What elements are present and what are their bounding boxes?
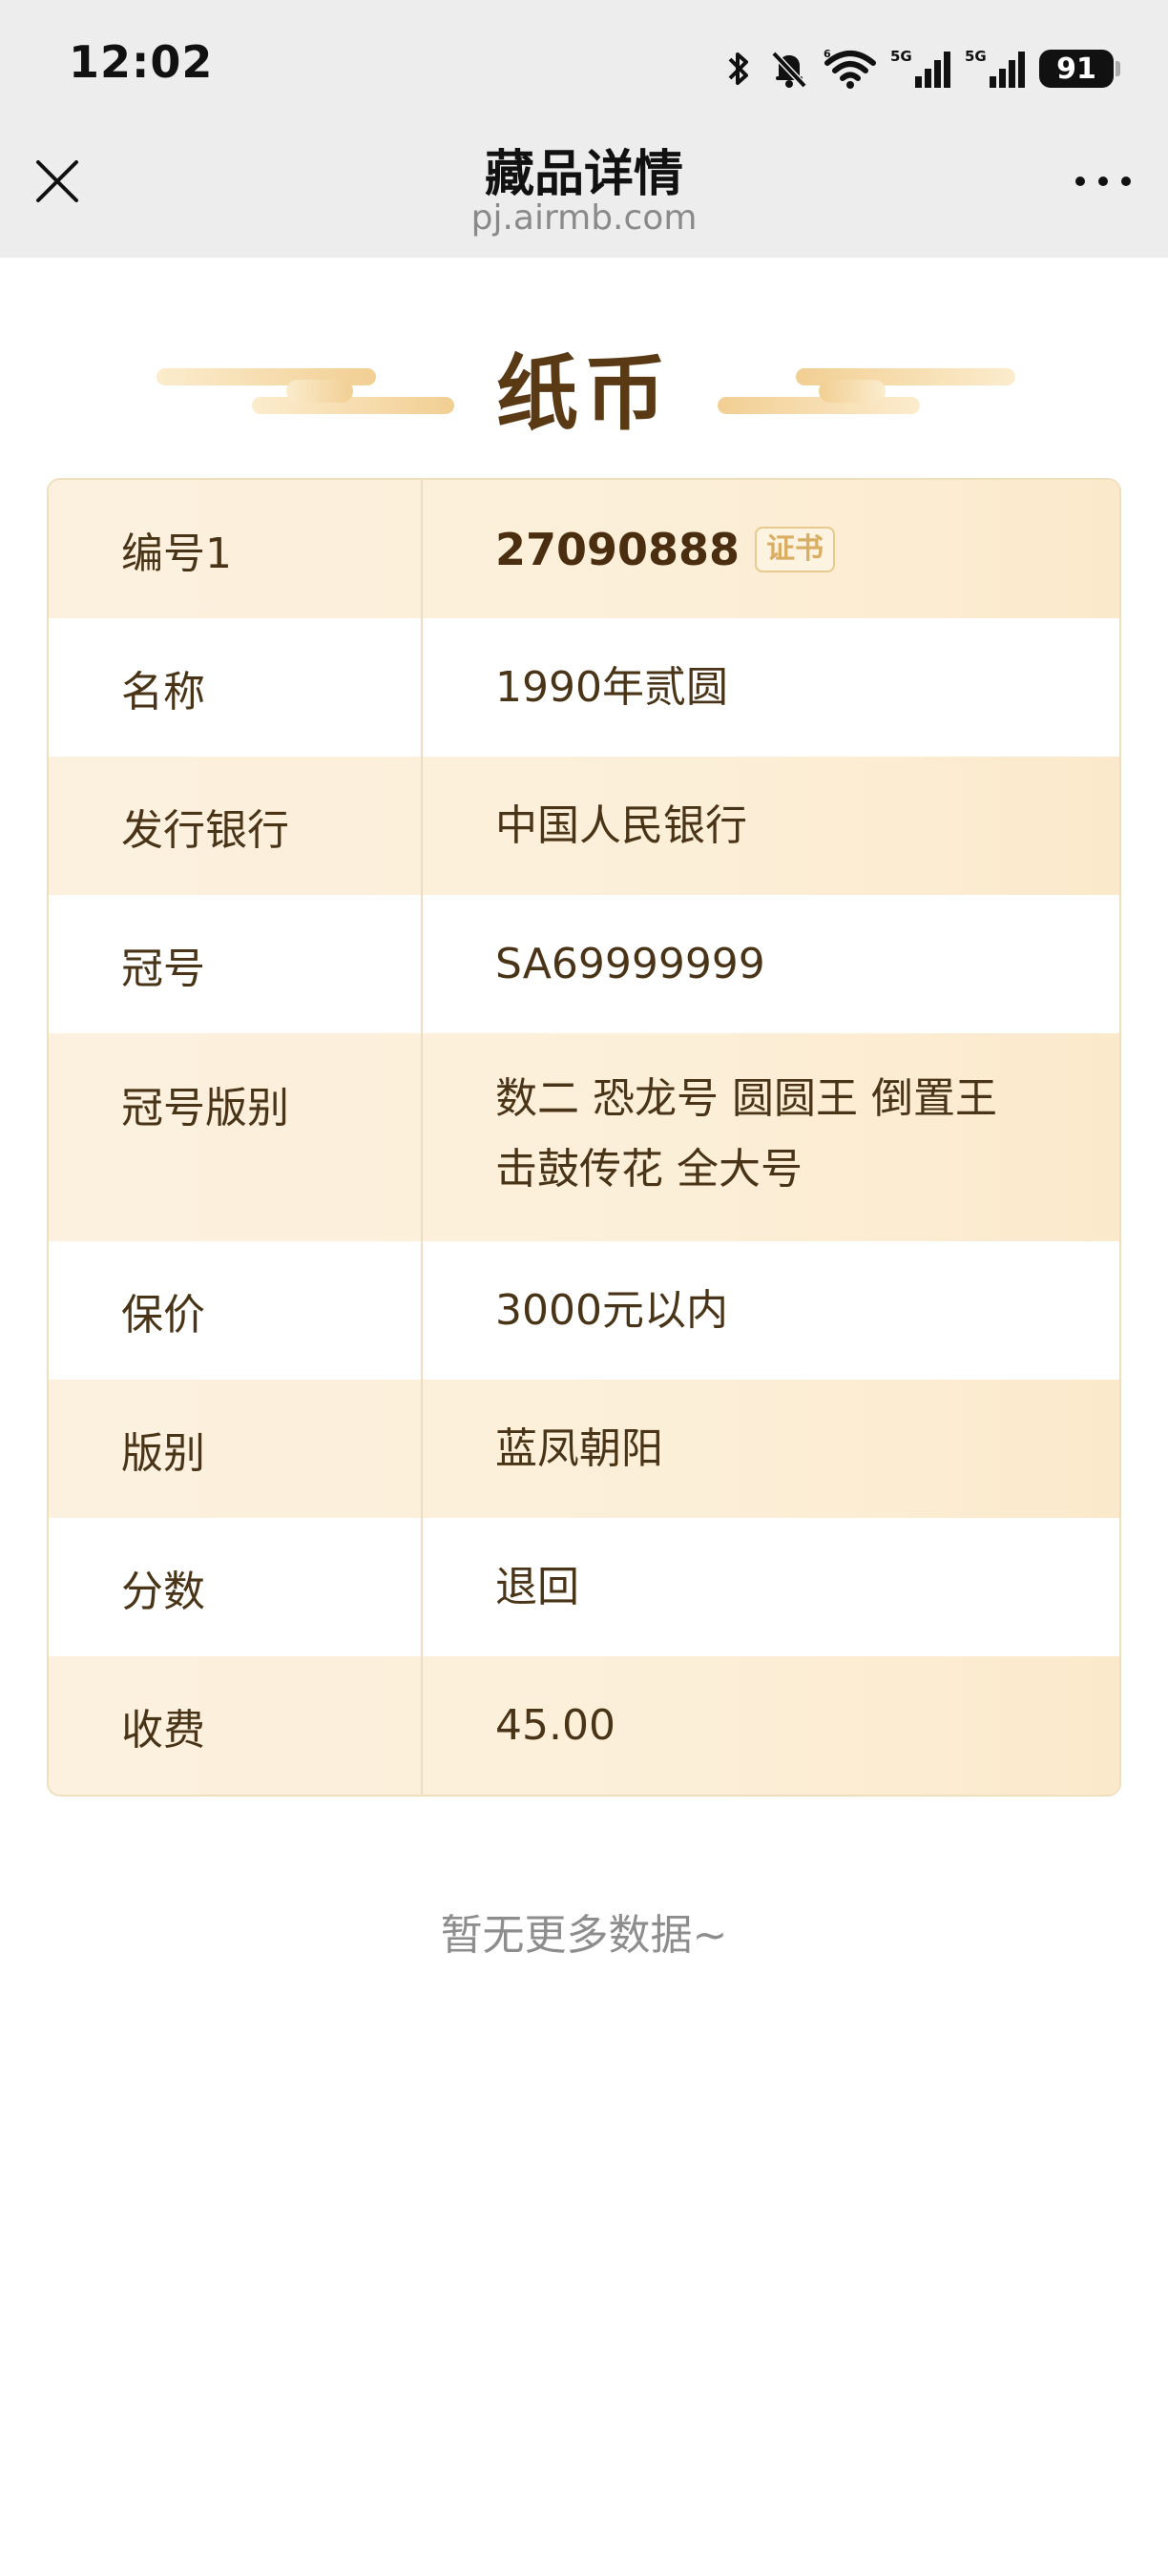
table-row-bank: 发行银行 中国人民银行 xyxy=(49,757,1119,895)
row-label: 发行银行 xyxy=(49,757,423,895)
signal-5g-icon: 5G xyxy=(890,48,950,88)
top-header: 12:02 6 5G 5G 91 藏品详情 pj.airmb.com xyxy=(0,0,1168,258)
battery-level: 91 xyxy=(1056,52,1096,86)
svg-text:6: 6 xyxy=(824,48,831,60)
row-label: 版别 xyxy=(49,1380,423,1518)
table-row-insured: 保价 3000元以内 xyxy=(49,1241,1119,1380)
row-label: 收费 xyxy=(49,1656,423,1795)
signal-5g-icon: 5G xyxy=(965,48,1025,88)
cloud-decoration-right-icon xyxy=(718,368,1015,414)
row-value: 数二 恐龙号 圆圆王 倒置王 击鼓传花 全大号 xyxy=(423,1033,1119,1241)
detail-table: 编号1 27090888 证书 名称 1990年贰圆 发行银行 中国人民银行 冠… xyxy=(47,478,1121,1797)
svg-text:5G: 5G xyxy=(965,48,987,65)
row-label: 分数 xyxy=(49,1518,423,1656)
row-value: 45.00 xyxy=(495,1700,615,1750)
row-value: 27090888 证书 xyxy=(423,480,1119,618)
row-label: 名称 xyxy=(49,618,423,757)
bluetooth-icon xyxy=(728,52,748,85)
more-dots-icon[interactable] xyxy=(1065,160,1141,202)
mute-bell-icon xyxy=(771,51,807,89)
row-value: 中国人民银行 xyxy=(495,800,747,850)
table-row-serial: 编号1 27090888 证书 xyxy=(49,480,1119,618)
table-row-edition: 版别 蓝凤朝阳 xyxy=(49,1380,1119,1518)
status-time: 12:02 xyxy=(69,36,214,88)
row-value: 1990年贰圆 xyxy=(495,662,728,712)
table-row-crown-type: 冠号版别 数二 恐龙号 圆圆王 倒置王 击鼓传花 全大号 xyxy=(49,1033,1119,1241)
row-value-line: 数二 恐龙号 圆圆王 倒置王 xyxy=(495,1074,997,1123)
table-row-crown: 冠号 SA69999999 xyxy=(49,895,1119,1033)
table-row-score: 分数 退回 xyxy=(49,1518,1119,1656)
table-row-name: 名称 1990年贰圆 xyxy=(49,618,1119,757)
row-label: 编号1 xyxy=(49,480,423,618)
battery-icon: 91 xyxy=(1039,50,1114,88)
row-value: 3000元以内 xyxy=(495,1285,728,1335)
row-label: 冠号版别 xyxy=(49,1033,423,1241)
battery-tip xyxy=(1116,61,1120,76)
page-url: pj.airmb.com xyxy=(470,198,698,238)
status-icons: 6 5G 5G 91 xyxy=(722,40,1120,97)
row-value: SA69999999 xyxy=(495,939,765,988)
svg-text:5G: 5G xyxy=(890,48,912,65)
page-title: 藏品详情 xyxy=(484,146,683,203)
table-row-fee: 收费 45.00 xyxy=(49,1656,1119,1795)
wifi-icon: 6 xyxy=(824,48,876,89)
row-value: 蓝凤朝阳 xyxy=(495,1423,663,1473)
row-value: 退回 xyxy=(495,1562,579,1611)
serial-number: 27090888 xyxy=(495,523,740,575)
certificate-badge[interactable]: 证书 xyxy=(755,526,836,572)
section-heading: 纸币 xyxy=(0,305,1168,448)
row-value-line: 击鼓传花 全大号 xyxy=(495,1145,803,1194)
no-more-data-text: 暂无更多数据~ xyxy=(440,1911,728,1960)
row-label: 保价 xyxy=(49,1241,423,1380)
row-label: 冠号 xyxy=(49,895,423,1033)
